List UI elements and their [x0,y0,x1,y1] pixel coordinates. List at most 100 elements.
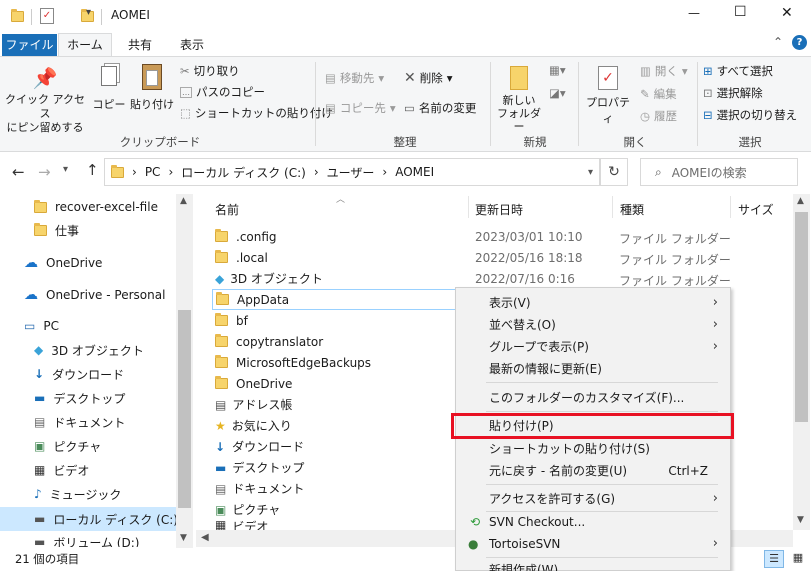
collapse-ribbon-icon[interactable]: ⌃ [773,35,783,49]
tab-view[interactable]: 表示 [180,36,204,53]
forward-icon[interactable]: → [38,163,51,181]
nav-item[interactable]: ▦ ビデオ [34,459,89,481]
edit-button[interactable]: ✎ 編集 [640,86,677,102]
nav-scrollbar[interactable]: ▲ ▼ [176,194,193,548]
rename-icon: ▭ [404,101,415,115]
address-dropdown-icon[interactable]: ▾ [588,167,593,178]
nav-item[interactable]: ☁ OneDrive - Personal [24,284,165,306]
tab-home[interactable]: ホーム [58,33,112,57]
search-box[interactable]: ⌕ AOMEIの検索 [640,158,798,186]
context-menu-new[interactable]: 新規作成(W) [462,561,728,571]
open-button[interactable]: ▥ 開く ▾ [640,63,688,79]
file-row[interactable]: ◆ 3D オブジェクト [215,268,323,289]
paste-shortcut-button[interactable]: ⬚ ショートカットの貼り付け [180,105,333,121]
history-button[interactable]: ◷ 履歴 [640,108,677,124]
nav-item[interactable]: ▭ PC [24,315,59,337]
context-menu-paste-shortcut[interactable]: ショートカットの貼り付け(S) [462,438,728,459]
up-icon[interactable]: ↑ [86,161,99,179]
select-all-button[interactable]: ⊞ すべて選択 [703,63,773,79]
nav-item[interactable]: recover-excel-file [34,196,158,218]
scroll-thumb[interactable] [795,212,808,422]
back-icon[interactable]: ← [12,163,25,181]
properties-button[interactable]: ✓ プロパティ [583,62,633,128]
file-row[interactable]: copytranslator [215,331,323,352]
file-row[interactable]: ▦ ビデオ [215,518,268,530]
new-item-button[interactable]: ▦▾ [549,63,566,77]
context-menu-refresh[interactable]: 最新の情報に更新(E) [462,358,728,379]
file-row[interactable]: ▬ デスクトップ [215,457,304,478]
nav-item[interactable]: ↓ ダウンロード [34,363,124,385]
nav-item[interactable]: ▬ デスクトップ [34,387,125,409]
copy-path-button[interactable]: … パスのコピー [180,84,265,100]
file-row[interactable]: ↓ ダウンロード [215,436,304,457]
address-part-aomei[interactable]: AOMEI [395,165,434,179]
large-icons-view-button[interactable]: ▦ [788,550,808,568]
file-row-focused[interactable]: AppData [212,289,456,310]
file-row[interactable]: ▣ ピクチャ [215,499,280,520]
scroll-thumb[interactable] [178,310,191,508]
context-menu-sort[interactable]: 並べ替え(O) › [462,314,728,335]
recent-locations-icon[interactable]: ▾ [63,164,68,175]
address-part-pc[interactable]: PC [145,165,161,179]
file-row[interactable]: MicrosoftEdgeBackups [215,352,371,373]
paste-button[interactable]: 貼り付け [129,62,175,128]
address-part-users[interactable]: ユーザー [327,164,375,181]
nav-item[interactable]: ☁ OneDrive [24,252,102,274]
pin-quick-access-button[interactable]: 📌 クイック アクセス にピン留めする [5,62,85,134]
nav-item[interactable]: 仕事 [34,219,79,241]
refresh-button[interactable]: ↻ [600,158,628,186]
select-none-button[interactable]: ⊡ 選択解除 [703,85,763,101]
column-date[interactable]: 更新日時 [475,201,523,218]
help-icon[interactable]: ? [792,35,807,50]
scroll-left-icon[interactable]: ◀ [201,532,209,543]
file-row[interactable]: ★ お気に入り [215,415,292,436]
scroll-up-icon[interactable]: ▲ [180,196,187,206]
rename-button[interactable]: ▭ 名前の変更 [404,100,476,116]
cut-button[interactable]: ✂ 切り取り [180,63,240,79]
copy-button[interactable]: コピー [91,62,127,128]
nav-item[interactable]: ▤ ドキュメント [34,411,125,433]
context-menu-group-by[interactable]: グループで表示(P) › [462,336,728,357]
file-row[interactable]: ▤ アドレス帳 [215,394,292,415]
delete-button[interactable]: ✕ 削除 ▾ [404,70,453,86]
customize-qat-icon[interactable]: ▾ [86,7,91,18]
nav-item-selected[interactable]: ▬ ローカル ディスク (C:) [0,507,178,531]
file-row[interactable]: .config [215,226,277,247]
move-to-button[interactable]: ▤ 移動先 ▾ [325,70,384,86]
properties-check-icon[interactable]: ✓ [40,8,54,24]
column-name[interactable]: 名前 [215,201,239,218]
file-row[interactable]: ▤ ドキュメント [215,478,304,499]
invert-selection-button[interactable]: ⊟ 選択の切り替え [703,107,797,123]
context-menu-give-access[interactable]: アクセスを許可する(G) › [462,488,728,509]
context-menu-customize[interactable]: このフォルダーのカスタマイズ(F)... [462,387,728,408]
file-row[interactable]: OneDrive [215,373,292,394]
address-part-drive[interactable]: ローカル ディスク (C:) [181,164,306,181]
file-row[interactable]: bf [215,310,248,331]
copy-to-button[interactable]: ▤ コピー先 ▾ [325,100,396,116]
close-button[interactable]: ✕ [781,5,793,21]
tab-share[interactable]: 共有 [128,36,152,53]
context-menu-undo-rename[interactable]: 元に戻す - 名前の変更(U) Ctrl+Z [462,460,728,481]
file-list-vscrollbar[interactable]: ▲ ▼ [793,194,810,530]
context-menu-view[interactable]: 表示(V) › [462,292,728,313]
scroll-down-icon[interactable]: ▼ [797,515,804,525]
context-menu-tortoisesvn[interactable]: ● TortoiseSVN › [462,533,728,554]
nav-item[interactable]: ♪ ミュージック [34,483,121,505]
maximize-button[interactable]: ☐ [734,4,747,20]
nav-item[interactable]: ▣ ピクチャ [34,435,101,457]
nav-item[interactable]: ▬ ボリューム (D:) [34,531,139,547]
scroll-up-icon[interactable]: ▲ [797,196,804,206]
minimize-button[interactable]: — [688,6,700,20]
address-bar[interactable]: › PC › ローカル ディスク (C:) › ユーザー › AOMEI ▾ [104,158,600,186]
tab-file[interactable]: ファイル [2,34,57,56]
easy-access-button[interactable]: ◪▾ [549,86,566,100]
file-row[interactable]: .local [215,247,268,268]
column-size[interactable]: サイズ [738,201,774,218]
search-input[interactable]: AOMEIの検索 [672,164,747,181]
context-menu-svn-checkout[interactable]: ⟲ SVN Checkout... [462,511,728,532]
details-view-button[interactable]: ☰ [764,550,784,568]
new-folder-button[interactable]: 新しい フォルダー [496,62,542,133]
nav-item[interactable]: ◆ 3D オブジェクト [34,339,144,361]
scroll-down-icon[interactable]: ▼ [180,533,187,543]
column-type[interactable]: 種類 [620,201,644,218]
